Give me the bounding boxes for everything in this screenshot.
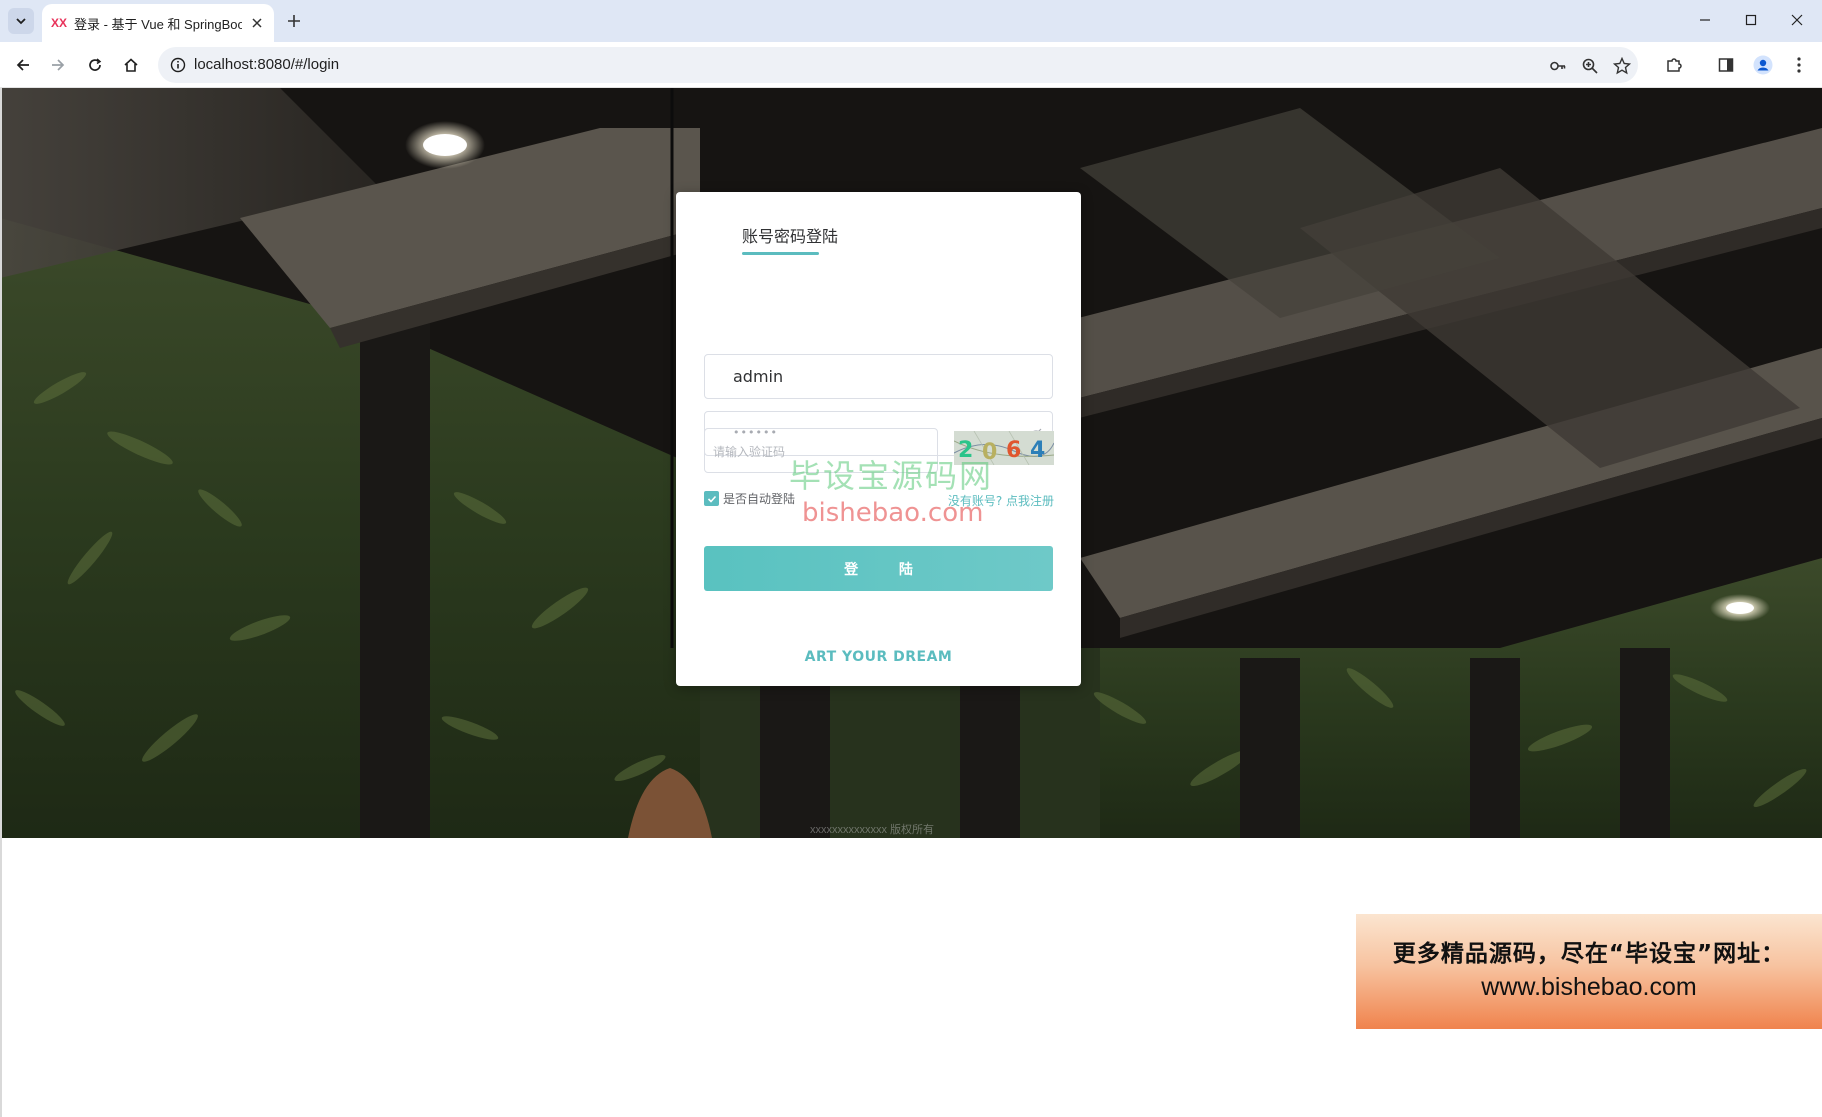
side-panel-icon	[1718, 58, 1734, 72]
login-card: 账号密码登陆 admin •••••• 请输入验证码 2 0 6 4 是否自动登…	[676, 192, 1081, 686]
reload-button[interactable]	[81, 51, 109, 79]
watermark-cn: 毕设宝源码网	[789, 457, 994, 495]
checkbox-checked-icon[interactable]	[704, 491, 719, 506]
kebab-menu-icon	[1797, 57, 1801, 73]
close-icon	[1791, 14, 1803, 26]
close-window-button[interactable]	[1774, 0, 1820, 40]
reload-icon	[89, 58, 102, 71]
ad-banner[interactable]: 更多精品源码，尽在“毕设宝”网址： www.bishebao.com	[1356, 914, 1822, 1029]
copyright-footer: xxxxxxxxxxxxxx 版权所有	[810, 824, 935, 836]
home-button[interactable]	[117, 51, 145, 79]
tab-title: 登录 - 基于 Vue 和 SpringBoot	[74, 16, 242, 32]
maximize-button[interactable]	[1728, 0, 1774, 40]
tab-search-button[interactable]	[8, 8, 34, 34]
plus-icon	[288, 15, 300, 27]
watermark-en: bishebao.com	[802, 498, 984, 528]
minimize-button[interactable]	[1682, 0, 1728, 40]
avatar-icon	[1753, 55, 1773, 75]
ad-url: www.bishebao.com	[1481, 973, 1697, 1001]
browser-tab-active[interactable]: XX 登录 - 基于 Vue 和 SpringBoot	[42, 4, 274, 42]
captcha-char: 4	[1030, 438, 1045, 463]
captcha-placeholder: 请输入验证码	[713, 445, 786, 459]
captcha-char: 6	[1006, 438, 1021, 463]
maximize-icon	[1745, 14, 1757, 26]
address-bar[interactable]: localhost:8080/#/login	[158, 47, 1638, 83]
puzzle-icon	[1667, 58, 1682, 72]
password-key-icon[interactable]	[1546, 54, 1570, 78]
site-info-icon[interactable]	[166, 53, 190, 77]
browser-tabbar: XX 登录 - 基于 Vue 和 SpringBoot	[0, 0, 1822, 42]
auto-login-label: 是否自动登陆	[723, 492, 796, 506]
new-tab-button[interactable]	[282, 9, 306, 33]
side-panel-button[interactable]	[1712, 51, 1740, 79]
bookmark-star-icon[interactable]	[1610, 54, 1634, 78]
username-field[interactable]: admin	[704, 354, 1053, 399]
profile-button[interactable]	[1749, 51, 1777, 79]
window-left-edge	[0, 88, 2, 1117]
slogan-text: ART YOUR DREAM	[804, 649, 953, 665]
close-tab-icon[interactable]	[248, 14, 266, 32]
menu-button[interactable]	[1785, 51, 1813, 79]
extensions-button[interactable]	[1660, 51, 1688, 79]
browser-toolbar: localhost:8080/#/login	[0, 42, 1822, 88]
minimize-icon	[1700, 19, 1710, 21]
ad-headline: 更多精品源码，尽在“毕设宝”网址：	[1392, 941, 1786, 967]
login-button[interactable]: 登 陆	[704, 546, 1053, 591]
favicon-icon: XX	[50, 16, 67, 30]
zoom-icon[interactable]	[1578, 54, 1602, 78]
arrow-left-icon	[16, 59, 29, 71]
back-button[interactable]	[9, 51, 37, 79]
url-text[interactable]: localhost:8080/#/login	[194, 56, 339, 73]
arrow-right-icon	[52, 59, 65, 71]
tab-account-login[interactable]: 账号密码登陆	[742, 223, 838, 247]
chevron-down-icon	[16, 18, 26, 25]
forward-button[interactable]	[44, 51, 72, 79]
auto-login-checkbox[interactable]: 是否自动登陆	[704, 490, 795, 507]
username-value: admin	[733, 367, 784, 386]
tab-active-indicator	[742, 252, 819, 255]
home-icon	[124, 58, 138, 72]
